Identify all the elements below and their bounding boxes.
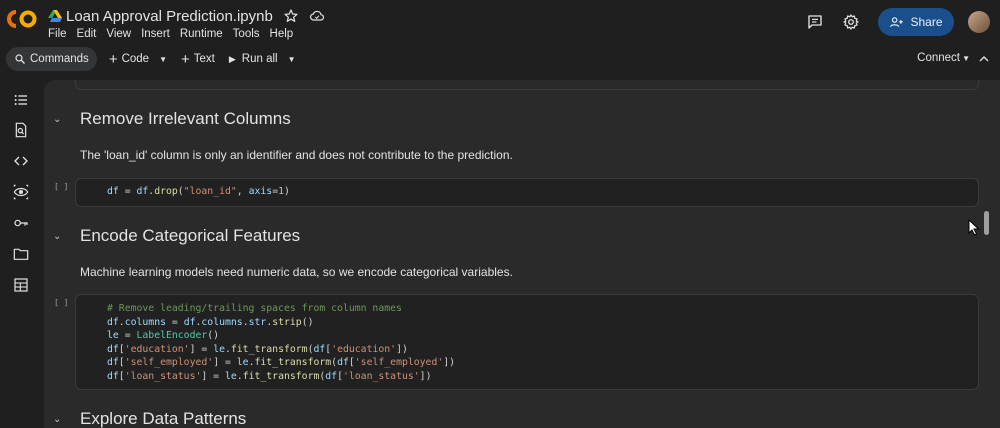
plus-icon: +: [108, 50, 118, 68]
code-snippets-icon[interactable]: [13, 153, 29, 169]
menu-edit[interactable]: Edit: [77, 28, 97, 40]
run-all-button[interactable]: ▶ Run all ▼: [229, 53, 296, 65]
table-of-contents-icon[interactable]: [13, 92, 29, 108]
comments-icon[interactable]: [806, 13, 824, 31]
section-heading: Encode Categorical Features: [80, 226, 301, 245]
code-line: df['self_employed'] = le.fit_transform(d…: [107, 357, 456, 368]
header: Loan Approval Prediction.ipynb File Edit…: [0, 0, 1000, 44]
cloud-saved-icon[interactable]: [309, 8, 325, 24]
code-label: Code: [121, 53, 150, 65]
markdown-text: The 'loan_id' column is only an identifi…: [80, 148, 513, 162]
notebook-panel: ⌄ Remove Irrelevant Columns The 'loan_id…: [44, 80, 1000, 428]
previous-cell-bottom: [75, 80, 979, 90]
menu-file[interactable]: File: [48, 28, 67, 40]
chevron-down-icon[interactable]: ▼: [159, 55, 167, 64]
files-folder-icon[interactable]: [13, 246, 29, 262]
text-label: Text: [193, 53, 215, 65]
code-line: df.columns = df.columns.str.strip(): [107, 316, 314, 328]
side-rail: [0, 80, 42, 428]
notebook-toolbar: Commands + Code ▼ + Text ▶ Run all ▼ Con…: [0, 46, 1000, 72]
notebook-title[interactable]: Loan Approval Prediction.ipynb: [66, 8, 273, 25]
data-table-icon[interactable]: [13, 277, 29, 293]
colab-logo[interactable]: [7, 9, 37, 29]
code-line: df['loan_status'] = le.fit_transform(df[…: [107, 370, 432, 382]
collapse-section-chevron-icon[interactable]: ⌄: [53, 231, 61, 242]
menu-runtime[interactable]: Runtime: [180, 28, 223, 40]
header-actions: Share: [806, 6, 1000, 38]
menu-bar: File Edit View Insert Runtime Tools Help: [48, 28, 303, 40]
menu-help[interactable]: Help: [270, 28, 294, 40]
variables-inspector-icon[interactable]: [13, 184, 29, 200]
section-heading: Remove Irrelevant Columns: [80, 109, 291, 128]
user-avatar[interactable]: [968, 11, 990, 33]
run-all-label: Run all: [241, 53, 278, 65]
section-heading: Explore Data Patterns: [80, 409, 247, 428]
code-line: df = df.drop("loan_id", axis=1): [107, 186, 290, 197]
title-row: Loan Approval Prediction.ipynb: [48, 6, 325, 26]
menu-tools[interactable]: Tools: [233, 28, 260, 40]
code-line: df['education'] = le.fit_transform(df['e…: [107, 343, 408, 355]
run-cell-button[interactable]: [ ]: [54, 182, 68, 191]
search-icon: [15, 54, 25, 64]
star-icon[interactable]: [283, 8, 299, 24]
menu-insert[interactable]: Insert: [141, 28, 170, 40]
settings-gear-icon[interactable]: [842, 13, 860, 31]
connect-button[interactable]: Connect: [917, 52, 960, 64]
plus-icon: +: [181, 50, 190, 68]
chevron-down-icon[interactable]: ▼: [288, 55, 296, 64]
add-code-button[interactable]: + Code ▼: [109, 52, 167, 67]
scrollbar-thumb[interactable]: [984, 211, 989, 235]
chevron-down-icon[interactable]: ▼: [962, 54, 970, 63]
share-label: Share: [910, 15, 943, 29]
markdown-text: Machine learning models need numeric dat…: [80, 265, 513, 279]
run-cell-button[interactable]: [ ]: [54, 298, 68, 307]
secrets-key-icon[interactable]: [13, 215, 29, 231]
share-people-icon: [890, 16, 904, 27]
find-replace-icon[interactable]: [13, 122, 29, 138]
chevron-up-icon[interactable]: [976, 51, 992, 67]
code-cell[interactable]: df = df.drop("loan_id", axis=1): [75, 178, 979, 207]
menu-view[interactable]: View: [106, 28, 131, 40]
code-line: # Remove leading/trailing spaces from co…: [107, 303, 402, 314]
share-button[interactable]: Share: [878, 8, 954, 36]
collapse-section-chevron-icon[interactable]: ⌄: [53, 114, 61, 125]
code-line: le = LabelEncoder(): [107, 330, 220, 341]
code-cell[interactable]: # Remove leading/trailing spaces from co…: [75, 294, 979, 390]
add-text-button[interactable]: + Text: [181, 52, 215, 67]
commands-label: Commands: [30, 53, 89, 65]
google-drive-icon: [48, 10, 62, 22]
commands-button[interactable]: Commands: [6, 47, 97, 71]
collapse-section-chevron-icon[interactable]: ⌄: [53, 414, 61, 425]
play-icon: ▶: [228, 53, 236, 64]
mouse-cursor-icon: [968, 219, 980, 236]
